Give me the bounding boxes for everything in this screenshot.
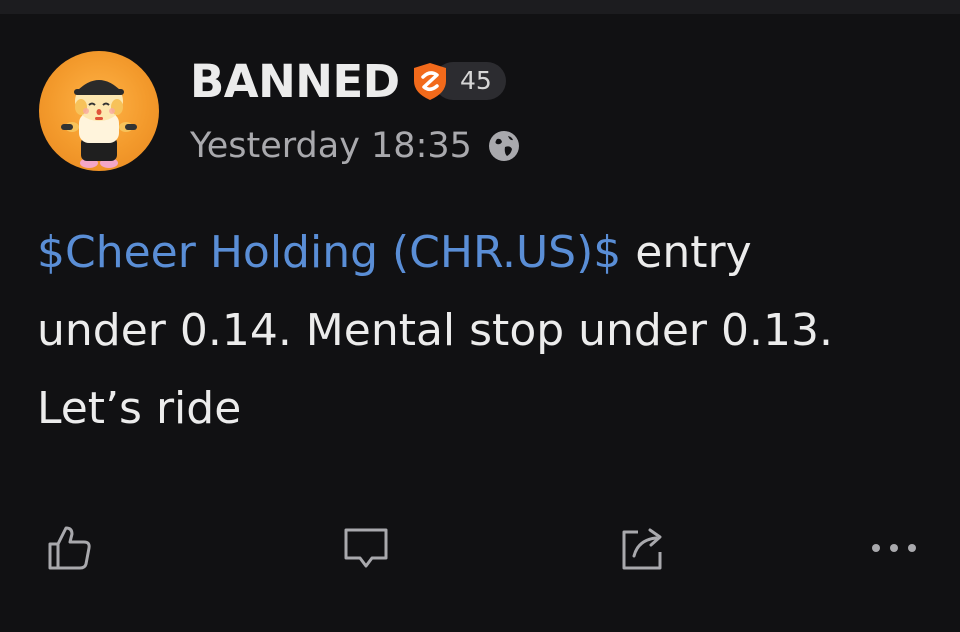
user-level-badge[interactable]: 45 <box>410 61 506 101</box>
post-content: $Cheer Holding (CHR.US)$ entry under 0.1… <box>37 214 927 448</box>
post-meta: Yesterday 18:35 <box>190 124 520 168</box>
avatar[interactable] <box>39 51 159 171</box>
shield-badge-icon <box>414 63 446 100</box>
post-timestamp: Yesterday 18:35 <box>190 126 472 166</box>
comment-icon <box>344 528 388 568</box>
stock-link[interactable]: $Cheer Holding (CHR.US)$ <box>37 227 621 278</box>
more-horizontal-icon <box>872 544 916 552</box>
post-text-line3: Let’s ride <box>37 383 242 434</box>
post-text-line2: under 0.14. Mental stop under 0.13. <box>37 305 833 356</box>
top-bar <box>0 0 960 14</box>
share-button[interactable] <box>614 520 670 576</box>
like-button[interactable] <box>42 520 98 576</box>
comment-button[interactable] <box>338 520 394 576</box>
post-text-line1: entry <box>621 227 752 278</box>
thumbs-up-icon <box>48 526 91 570</box>
username[interactable]: BANNED <box>190 54 400 110</box>
avatar-character-illustration <box>61 80 137 168</box>
globe-icon <box>488 131 519 161</box>
more-button[interactable] <box>866 520 922 576</box>
share-icon <box>622 528 662 570</box>
